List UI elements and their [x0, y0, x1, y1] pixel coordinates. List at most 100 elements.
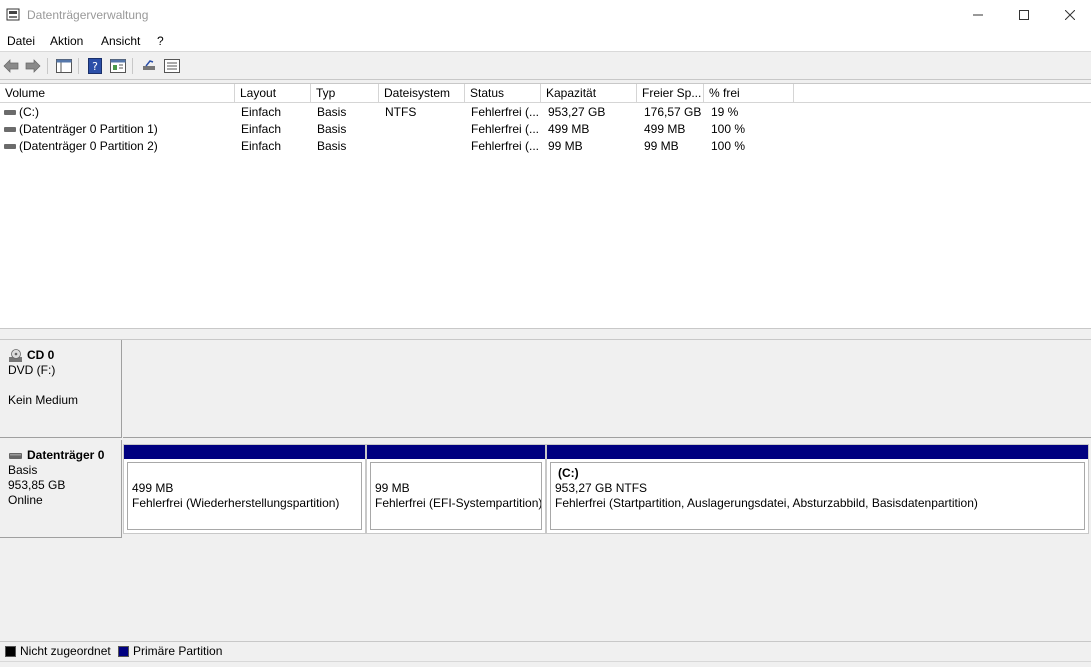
volume-free-space: 499 MB — [644, 122, 686, 136]
column-header-dateisystem[interactable]: Dateisystem — [379, 84, 465, 103]
cd-disk-area — [123, 340, 1091, 438]
partition-label: (C:) — [558, 466, 579, 480]
volume-drive-icon — [4, 127, 16, 132]
partition-info: 499 MB Fehlerfrei (Wiederherstellungspar… — [127, 462, 362, 530]
properties-icon — [110, 59, 126, 73]
toolbar: ? — [0, 53, 1091, 80]
help-icon: ? — [88, 58, 102, 74]
legend: Nicht zugeordnet Primäre Partition — [0, 641, 1091, 661]
partition-label — [132, 466, 357, 481]
cd-name: CD 0 — [27, 348, 55, 362]
volume-filesystem: NTFS — [385, 105, 417, 119]
title-bar: Datenträgerverwaltung — [0, 0, 1091, 30]
toolbar-separator — [78, 58, 79, 74]
volume-name: (C:) — [19, 105, 39, 119]
partition-size: 499 MB — [132, 481, 174, 495]
close-button[interactable] — [1047, 0, 1091, 30]
legend-swatch-primary — [118, 646, 129, 657]
legend-unallocated: Nicht zugeordnet — [20, 644, 111, 658]
help-button[interactable]: ? — [86, 57, 104, 75]
legend-primary: Primäre Partition — [133, 644, 223, 658]
toolbar-separator — [47, 58, 48, 74]
table-row[interactable]: (Datenträger 0 Partition 2) Einfach Basi… — [0, 138, 1091, 155]
disk0-partition-area: 499 MB Fehlerfrei (Wiederherstellungspar… — [123, 444, 1091, 536]
volume-status: Fehlerfrei (... — [471, 105, 539, 119]
maximize-icon — [1019, 10, 1029, 20]
partition-type-bar — [124, 445, 365, 459]
settings-icon — [164, 59, 180, 73]
volume-capacity: 99 MB — [548, 139, 583, 153]
disk0-label[interactable]: Datenträger 0 Basis 953,85 GB Online — [0, 440, 122, 538]
column-header-typ[interactable]: Typ — [311, 84, 379, 103]
console-tree-icon — [56, 59, 72, 73]
volume-status: Fehlerfrei (... — [471, 122, 539, 136]
volume-list: Volume Layout Typ Dateisystem Status Kap… — [0, 83, 1091, 328]
volume-typ: Basis — [317, 105, 347, 119]
volume-capacity: 953,27 GB — [548, 105, 606, 119]
minimize-icon — [973, 14, 983, 16]
back-button[interactable] — [2, 57, 20, 75]
volume-percent-free: 19 % — [711, 105, 739, 119]
cd-media-status: Kein Medium — [8, 393, 79, 407]
volume-drive-icon — [4, 144, 16, 149]
disk-management-icon — [6, 8, 20, 21]
partition-type-bar — [367, 445, 545, 459]
volume-percent-free: 100 % — [711, 139, 746, 153]
volume-layout: Einfach — [241, 105, 282, 119]
volume-capacity: 499 MB — [548, 122, 590, 136]
volume-typ: Basis — [317, 122, 347, 136]
svg-text:?: ? — [92, 60, 98, 73]
menu-help[interactable]: ? — [157, 34, 164, 48]
forward-button[interactable] — [24, 57, 42, 75]
partition-status: Fehlerfrei (Startpartition, Auslagerungs… — [555, 496, 978, 510]
table-row[interactable]: (Datenträger 0 Partition 1) Einfach Basi… — [0, 121, 1091, 138]
partition-info: 99 MB Fehlerfrei (EFI-Systempartition) — [370, 462, 542, 530]
volume-name: (Datenträger 0 Partition 2) — [19, 139, 158, 153]
column-header-prozent-frei[interactable]: % frei — [704, 84, 794, 103]
disk-graphical-view: CD 0 DVD (F:) Kein Medium Datenträger 0 … — [0, 340, 1091, 640]
column-header-status[interactable]: Status — [465, 84, 541, 103]
connect-icon — [143, 60, 155, 70]
menu-ansicht[interactable]: Ansicht — [101, 34, 140, 48]
volume-layout: Einfach — [241, 122, 282, 136]
status-bar — [0, 661, 1091, 667]
maximize-button[interactable] — [1001, 0, 1047, 30]
partition-type-bar — [547, 445, 1088, 459]
column-header-volume[interactable]: Volume — [0, 84, 235, 103]
console-tree-button[interactable] — [55, 57, 73, 75]
volume-free-space: 176,57 GB — [644, 105, 702, 119]
column-header-freier-speicher[interactable]: Freier Sp... — [637, 84, 704, 103]
disk-management-window: Datenträgerverwaltung Datei Aktion Ansic… — [0, 0, 1091, 667]
partition-recovery[interactable]: 499 MB Fehlerfrei (Wiederherstellungspar… — [123, 444, 366, 534]
legend-swatch-unallocated — [5, 646, 16, 657]
cd-drive-icon — [9, 348, 22, 362]
partition-status: Fehlerfrei (Wiederherstellungspartition) — [132, 496, 340, 510]
settings-button[interactable] — [163, 57, 181, 75]
disk0-name-row: Datenträger 0 — [8, 448, 121, 463]
pane-splitter[interactable] — [0, 328, 1091, 340]
table-row[interactable]: (C:) Einfach Basis NTFS Fehlerfrei (... … — [0, 104, 1091, 121]
connect-button[interactable] — [140, 57, 158, 75]
cd-name-row: CD 0 — [8, 348, 121, 363]
volume-percent-free: 100 % — [711, 122, 746, 136]
partition-size: 953,27 GB NTFS — [555, 481, 648, 495]
close-icon — [1065, 10, 1075, 20]
volume-free-space: 99 MB — [644, 139, 679, 153]
column-header-layout[interactable]: Layout — [235, 84, 311, 103]
partition-info: (C:) 953,27 GB NTFS Fehlerfrei (Startpar… — [550, 462, 1085, 530]
column-header-kapazitaet[interactable]: Kapazität — [541, 84, 637, 103]
properties-button[interactable] — [109, 57, 127, 75]
disk0-name: Datenträger 0 — [27, 448, 105, 462]
menu-datei[interactable]: Datei — [7, 34, 35, 48]
minimize-button[interactable] — [955, 0, 1001, 30]
partition-c[interactable]: (C:) 953,27 GB NTFS Fehlerfrei (Startpar… — [546, 444, 1089, 534]
toolbar-separator — [132, 58, 133, 74]
volume-status: Fehlerfrei (... — [471, 139, 539, 153]
volume-drive-icon — [4, 110, 16, 115]
partition-efi[interactable]: 99 MB Fehlerfrei (EFI-Systempartition) — [366, 444, 546, 534]
menu-aktion[interactable]: Aktion — [50, 34, 83, 48]
partition-label — [375, 466, 537, 481]
disk0-size: 953,85 GB — [8, 478, 66, 492]
cd-disk-label[interactable]: CD 0 DVD (F:) Kein Medium — [0, 340, 122, 438]
